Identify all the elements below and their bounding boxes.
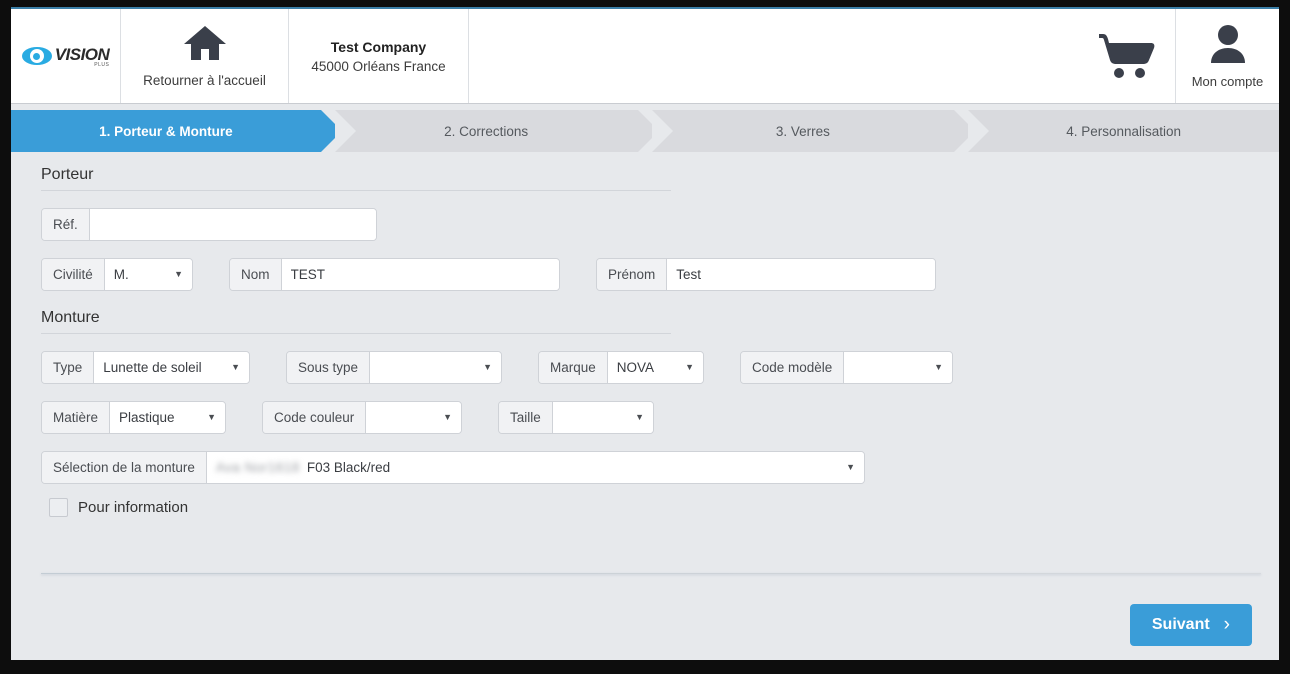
step-1-porteur-monture[interactable]: 1. Porteur & Monture bbox=[11, 110, 342, 152]
matiere-value: Plastique bbox=[119, 410, 175, 425]
selection-monture-label: Sélection de la monture bbox=[42, 452, 207, 483]
chevron-down-icon: ▼ bbox=[174, 269, 183, 279]
monture-section-title: Monture bbox=[41, 309, 671, 334]
prenom-field-group: Prénom bbox=[596, 258, 936, 291]
ref-label: Réf. bbox=[42, 209, 90, 240]
home-icon bbox=[182, 24, 228, 67]
home-label: Retourner à l'accueil bbox=[143, 73, 266, 88]
matiere-select[interactable]: Plastique ▼ bbox=[110, 402, 225, 433]
chevron-down-icon: ▼ bbox=[846, 462, 855, 472]
company-address: 45000 Orléans France bbox=[311, 58, 446, 74]
step-4-notch bbox=[968, 110, 990, 152]
home-button[interactable]: Retourner à l'accueil bbox=[121, 9, 289, 103]
chevron-down-icon: ▼ bbox=[934, 362, 943, 372]
pour-information-label: Pour information bbox=[78, 499, 189, 516]
step-4-label: 4. Personnalisation bbox=[1066, 123, 1182, 139]
prenom-label: Prénom bbox=[597, 259, 668, 290]
code-couleur-field-group: Code couleur ▼ bbox=[262, 401, 462, 434]
step-4-personnalisation[interactable]: 4. Personnalisation bbox=[968, 110, 1279, 152]
company-info: Test Company 45000 Orléans France bbox=[289, 9, 469, 103]
taille-label: Taille bbox=[499, 402, 553, 433]
screenshot-root: VISION PLUS Retourner à l'accueil Test C… bbox=[0, 0, 1290, 674]
type-field-group: Type Lunette de soleil ▼ bbox=[41, 351, 250, 384]
step-3-label: 3. Verres bbox=[775, 123, 830, 139]
next-button[interactable]: Suivant › bbox=[1129, 604, 1252, 646]
ref-input[interactable] bbox=[89, 209, 376, 240]
selection-monture-field-group: Sélection de la monture Ava Nor1618 F03 … bbox=[41, 451, 865, 484]
logo-text: VISION bbox=[54, 44, 110, 64]
marque-value: NOVA bbox=[616, 360, 655, 375]
user-account-icon bbox=[1207, 23, 1249, 70]
selection-monture-value: F03 Black/red bbox=[306, 460, 391, 475]
code-modele-field-group: Code modèle ▼ bbox=[740, 351, 953, 384]
form-content: Porteur Réf. Civilité M. ▼ Nom TEST Prén… bbox=[11, 152, 1279, 590]
sous-type-label: Sous type bbox=[287, 352, 371, 383]
cart-button[interactable] bbox=[1076, 9, 1176, 103]
selection-monture-select[interactable]: Ava Nor1618 F03 Black/red ▼ bbox=[206, 452, 864, 483]
taille-select[interactable]: ▼ bbox=[552, 402, 653, 433]
matiere-label: Matière bbox=[42, 402, 111, 433]
ref-field-group: Réf. bbox=[41, 208, 377, 241]
step-navigation: 1. Porteur & Monture 2. Corrections 3. V… bbox=[11, 104, 1279, 152]
chevron-down-icon: ▼ bbox=[635, 412, 644, 422]
matiere-field-group: Matière Plastique ▼ bbox=[41, 401, 226, 434]
nom-label: Nom bbox=[230, 259, 282, 290]
sous-type-field-group: Sous type ▼ bbox=[286, 351, 502, 384]
code-couleur-label: Code couleur bbox=[263, 402, 367, 433]
sous-type-select[interactable]: ▼ bbox=[370, 352, 501, 383]
taille-field-group: Taille ▼ bbox=[498, 401, 654, 434]
account-button[interactable]: Mon compte bbox=[1176, 9, 1279, 103]
content-footer-divider bbox=[41, 573, 1261, 574]
monture-row-1: Type Lunette de soleil ▼ Sous type ▼ Mar… bbox=[41, 351, 1249, 384]
selection-monture-row: Sélection de la monture Ava Nor1618 F03 … bbox=[41, 451, 1249, 484]
chevron-right-icon: › bbox=[1223, 614, 1230, 635]
pour-information-checkbox[interactable] bbox=[49, 498, 68, 517]
chevron-down-icon: ▼ bbox=[685, 362, 694, 372]
app-header: VISION PLUS Retourner à l'accueil Test C… bbox=[11, 7, 1279, 104]
marque-select[interactable]: NOVA ▼ bbox=[607, 352, 703, 383]
form-footer: Suivant › bbox=[11, 590, 1279, 660]
next-button-label: Suivant bbox=[1151, 616, 1210, 633]
brand-logo[interactable]: VISION PLUS bbox=[11, 9, 121, 103]
civilite-value: M. bbox=[113, 267, 129, 282]
ref-row: Réf. bbox=[41, 208, 1249, 241]
shopping-cart-icon bbox=[1095, 30, 1157, 83]
selection-monture-value-wrap: Ava Nor1618 F03 Black/red bbox=[207, 460, 399, 475]
step-2-notch bbox=[334, 110, 356, 152]
code-modele-label: Code modèle bbox=[741, 352, 845, 383]
civilite-select[interactable]: M. ▼ bbox=[104, 259, 192, 290]
step-3-notch bbox=[651, 110, 673, 152]
account-label: Mon compte bbox=[1191, 74, 1264, 89]
company-name: Test Company bbox=[330, 38, 427, 55]
application-window: VISION PLUS Retourner à l'accueil Test C… bbox=[11, 7, 1279, 660]
redacted-frame-reference: Ava Nor1618 bbox=[215, 460, 300, 475]
header-spacer bbox=[469, 9, 1076, 103]
porteur-section-title: Porteur bbox=[41, 166, 671, 191]
identity-row: Civilité M. ▼ Nom Prénom bbox=[41, 258, 1249, 291]
chevron-down-icon: ▼ bbox=[231, 362, 240, 372]
code-modele-select[interactable]: ▼ bbox=[844, 352, 952, 383]
step-3-verres[interactable]: 3. Verres bbox=[651, 110, 976, 152]
step-2-corrections[interactable]: 2. Corrections bbox=[334, 110, 659, 152]
pour-information-row: Pour information bbox=[49, 498, 1249, 517]
chevron-down-icon: ▼ bbox=[483, 362, 492, 372]
civilite-field-group: Civilité M. ▼ bbox=[41, 258, 193, 291]
monture-row-2: Matière Plastique ▼ Code couleur ▼ Taill… bbox=[41, 401, 1249, 434]
marque-field-group: Marque NOVA ▼ bbox=[538, 351, 704, 384]
type-select[interactable]: Lunette de soleil ▼ bbox=[94, 352, 249, 383]
chevron-down-icon: ▼ bbox=[207, 412, 216, 422]
nom-field-group: Nom bbox=[229, 258, 560, 291]
civilite-label: Civilité bbox=[42, 259, 105, 290]
marque-label: Marque bbox=[539, 352, 608, 383]
prenom-input[interactable] bbox=[667, 259, 935, 290]
step-2-label: 2. Corrections bbox=[444, 123, 529, 139]
nom-input[interactable] bbox=[281, 259, 559, 290]
step-1-label: 1. Porteur & Monture bbox=[99, 123, 233, 139]
type-value: Lunette de soleil bbox=[103, 360, 202, 375]
code-couleur-select[interactable]: ▼ bbox=[366, 402, 461, 433]
type-label: Type bbox=[42, 352, 95, 383]
chevron-down-icon: ▼ bbox=[443, 412, 452, 422]
eye-logo-icon bbox=[21, 47, 52, 65]
